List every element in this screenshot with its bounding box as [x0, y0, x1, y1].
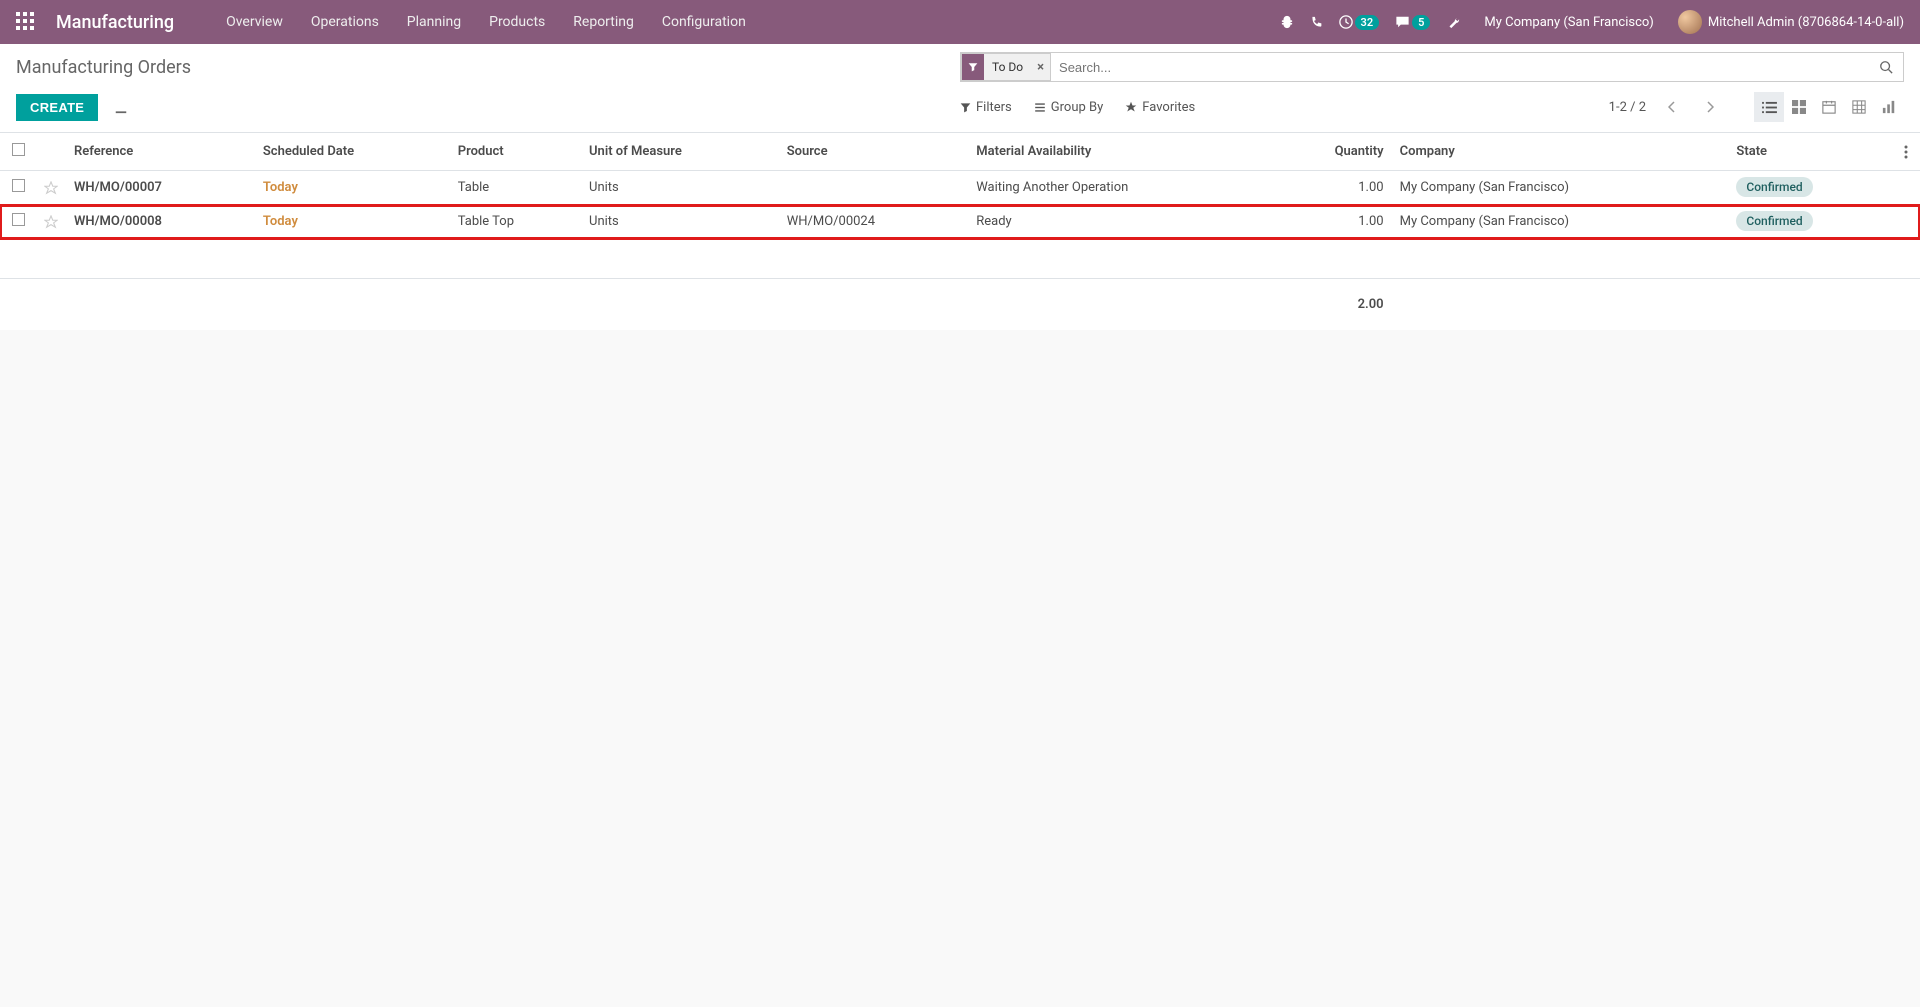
menu-reporting[interactable]: Reporting	[561, 8, 646, 36]
cell-material-availability: Waiting Another Operation	[968, 171, 1273, 205]
star-icon[interactable]	[36, 171, 66, 205]
activities-icon[interactable]: 32	[1339, 15, 1380, 30]
search-input[interactable]	[1051, 56, 1869, 79]
table-row[interactable]: WH/MO/00008TodayTable TopUnitsWH/MO/0002…	[0, 205, 1920, 239]
table-row[interactable]: WH/MO/00007TodayTableUnits Waiting Anothe…	[0, 171, 1920, 205]
filters-label: Filters	[976, 100, 1012, 115]
avatar-icon	[1678, 10, 1702, 34]
orders-table: Reference Scheduled Date Product Unit of…	[0, 133, 1920, 330]
col-company[interactable]: Company	[1392, 133, 1729, 171]
search-icon[interactable]	[1869, 60, 1903, 74]
col-product[interactable]: Product	[450, 133, 581, 171]
col-quantity[interactable]: Quantity	[1274, 133, 1392, 171]
totals-row: 2.00	[0, 279, 1920, 331]
state-badge: Confirmed	[1736, 211, 1812, 231]
breadcrumb: Manufacturing Orders	[16, 57, 960, 78]
user-menu[interactable]: Mitchell Admin (8706864-14-0-all)	[1678, 10, 1904, 34]
cell-reference: WH/MO/00008	[66, 205, 255, 239]
view-pivot-icon[interactable]	[1844, 92, 1874, 122]
col-state[interactable]: State	[1728, 133, 1896, 171]
filter-icon	[962, 54, 984, 80]
company-switcher[interactable]: My Company (San Francisco)	[1484, 15, 1653, 30]
export-icon[interactable]	[108, 94, 134, 120]
list-view: Reference Scheduled Date Product Unit of…	[0, 133, 1920, 330]
apps-icon[interactable]	[16, 12, 36, 32]
view-list-icon[interactable]	[1754, 92, 1784, 122]
cell-company: My Company (San Francisco)	[1392, 205, 1729, 239]
col-scheduled-date[interactable]: Scheduled Date	[255, 133, 450, 171]
cell-source: WH/MO/00024	[779, 205, 969, 239]
row-checkbox[interactable]	[12, 213, 25, 226]
cell-uom: Units	[581, 205, 779, 239]
cell-product: Table Top	[450, 205, 581, 239]
favorites-label: Favorites	[1142, 100, 1195, 115]
cell-scheduled-date: Today	[255, 171, 450, 205]
user-label: Mitchell Admin (8706864-14-0-all)	[1708, 15, 1904, 30]
systray: 32 5 My Company (San Francisco) Mitchell…	[1280, 10, 1904, 34]
activities-badge: 32	[1355, 15, 1380, 30]
pager: 1-2 / 2	[1609, 97, 1722, 117]
tools-icon[interactable]	[1446, 15, 1460, 29]
total-quantity: 2.00	[1274, 279, 1392, 331]
cell-quantity: 1.00	[1274, 205, 1392, 239]
groupby-label: Group By	[1051, 100, 1104, 115]
cell-scheduled-date: Today	[255, 205, 450, 239]
pager-value[interactable]: 1-2 / 2	[1609, 100, 1646, 115]
facet-label: To Do	[984, 60, 1031, 74]
cell-reference: WH/MO/00007	[66, 171, 255, 205]
state-badge: Confirmed	[1736, 177, 1812, 197]
col-uom[interactable]: Unit of Measure	[581, 133, 779, 171]
facet-remove-icon[interactable]: ×	[1031, 60, 1050, 75]
view-switcher	[1754, 92, 1904, 122]
view-calendar-icon[interactable]	[1814, 92, 1844, 122]
col-options-icon[interactable]	[1896, 133, 1920, 171]
groupby-button[interactable]: Group By	[1034, 100, 1104, 115]
cell-quantity: 1.00	[1274, 171, 1392, 205]
cell-uom: Units	[581, 171, 779, 205]
messages-badge: 5	[1412, 15, 1430, 30]
favorites-button[interactable]: Favorites	[1125, 100, 1195, 115]
cell-state: Confirmed	[1728, 171, 1896, 205]
col-source[interactable]: Source	[779, 133, 969, 171]
cell-material-availability: Ready	[968, 205, 1273, 239]
create-button[interactable]: CREATE	[16, 94, 98, 121]
menu-planning[interactable]: Planning	[395, 8, 473, 36]
pager-prev-icon[interactable]	[1660, 97, 1684, 117]
cell-source	[779, 171, 969, 205]
filters-button[interactable]: Filters	[960, 100, 1012, 115]
col-reference[interactable]: Reference	[66, 133, 255, 171]
top-navbar: Manufacturing Overview Operations Planni…	[0, 0, 1920, 44]
phone-icon[interactable]	[1310, 16, 1323, 29]
cell-state: Confirmed	[1728, 205, 1896, 239]
search-facet-todo: To Do ×	[961, 53, 1051, 81]
menu-configuration[interactable]: Configuration	[650, 8, 758, 36]
menu-operations[interactable]: Operations	[299, 8, 391, 36]
row-checkbox[interactable]	[12, 179, 25, 192]
app-brand[interactable]: Manufacturing	[56, 12, 174, 33]
star-icon[interactable]	[36, 205, 66, 239]
view-graph-icon[interactable]	[1874, 92, 1904, 122]
search-view[interactable]: To Do ×	[960, 52, 1904, 82]
debug-icon[interactable]	[1280, 15, 1294, 29]
pager-next-icon[interactable]	[1698, 97, 1722, 117]
control-panel: Manufacturing Orders To Do × CREATE	[0, 44, 1920, 133]
main-menu: Overview Operations Planning Products Re…	[214, 8, 758, 36]
cell-product: Table	[450, 171, 581, 205]
col-material-availability[interactable]: Material Availability	[968, 133, 1273, 171]
menu-products[interactable]: Products	[477, 8, 557, 36]
menu-overview[interactable]: Overview	[214, 8, 295, 36]
select-all-checkbox[interactable]	[12, 143, 25, 156]
cell-company: My Company (San Francisco)	[1392, 171, 1729, 205]
messages-icon[interactable]: 5	[1395, 15, 1430, 30]
view-kanban-icon[interactable]	[1784, 92, 1814, 122]
